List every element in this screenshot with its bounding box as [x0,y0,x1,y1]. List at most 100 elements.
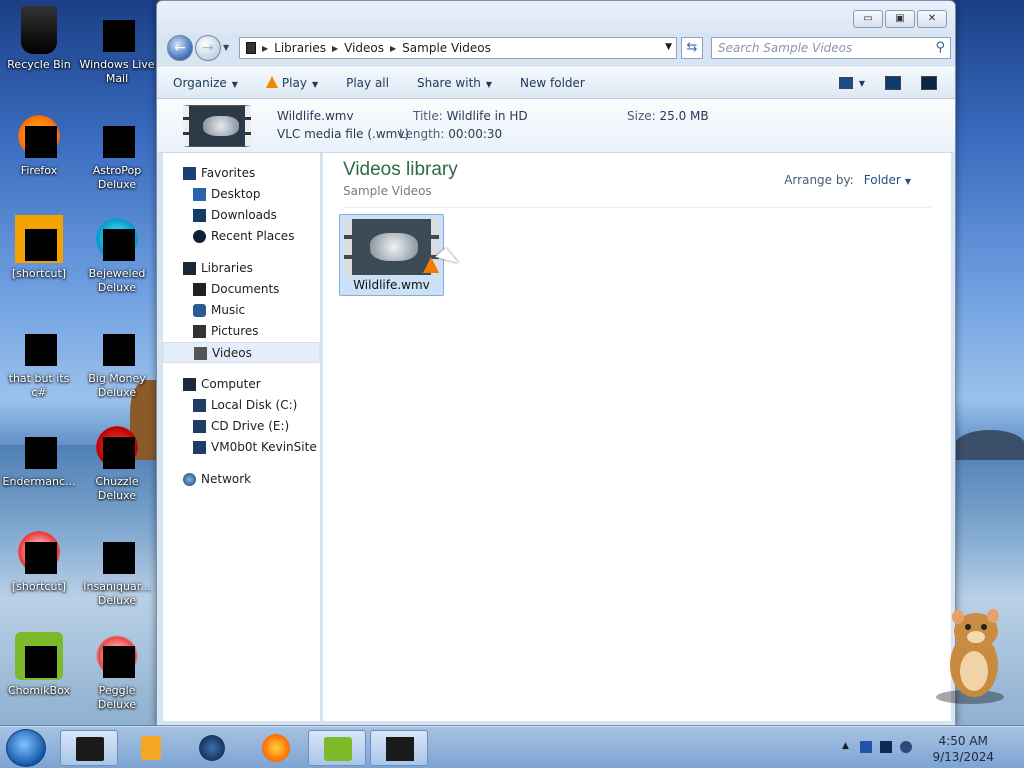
change-view-icon[interactable] [838,77,853,89]
minimize-button[interactable]: ▭ [853,10,883,28]
nav-recent-places[interactable]: Recent Places [163,226,320,247]
nav-label: Pictures [211,324,259,338]
network-icon [183,473,196,486]
address-row: ← → ▼ ▶ Libraries ▶ Videos ▶ Sample Vide… [163,35,951,61]
nav-desktop[interactable]: Desktop [163,184,320,205]
taskbar-item-media-player[interactable] [122,730,180,766]
refresh-button[interactable]: ⇆ [681,37,703,59]
chevron-down-icon[interactable]: ▼ [859,79,865,88]
nav-network-drive[interactable]: VM0b0t KevinSite [163,437,320,458]
nav-documents[interactable]: Documents [163,279,320,300]
desktop-icon-chuzzle[interactable]: Chuzzle Deluxe [78,423,156,503]
chomikbox-icon [15,632,63,680]
desktop-icon-label: [shortcut] [11,580,67,593]
search-input[interactable]: Search Sample Videos ⚲ [711,37,951,59]
nav-local-disk[interactable]: Local Disk (C:) [163,395,320,416]
desktop-icon-recycle-bin[interactable]: Recycle Bin [0,6,78,72]
file-list-pane[interactable]: Videos library Sample Videos Arrange by:… [323,153,951,721]
media-player-icon [141,736,161,760]
close-button[interactable]: ✕ [917,10,947,28]
nav-label: Videos [212,346,252,360]
nav-cd-drive[interactable]: CD Drive (E:) [163,416,320,437]
breadcrumb-sample-videos[interactable]: Sample Videos [402,41,491,55]
breadcrumb-videos[interactable]: Videos [344,41,384,55]
taskbar-item-firefox[interactable] [246,730,304,766]
start-button[interactable] [6,729,46,767]
nav-music[interactable]: Music [163,300,320,321]
action-center-icon[interactable] [860,741,872,753]
explorer-window: ▭ ▣ ✕ ← → ▼ ▶ Libraries ▶ Videos ▶ Sampl… [156,0,956,726]
breadcrumb-separator-icon[interactable]: ▶ [390,44,396,53]
nav-network[interactable]: Network [163,469,320,490]
library-subtitle[interactable]: Sample Videos [343,184,432,198]
arrange-by: Arrange by: Folder ▼ [784,173,911,187]
nav-libraries[interactable]: Libraries [163,258,320,279]
nav-label: Computer [201,377,261,391]
breadcrumb-separator-icon[interactable]: ▶ [332,44,338,53]
videos-icon [194,347,207,360]
breadcrumb-libraries[interactable]: Libraries [274,41,326,55]
money-bag-icon [93,320,141,368]
details-size-value: 25.0 MB [659,109,709,123]
desktop-icon-peggle[interactable]: Peggle Deluxe [78,632,156,712]
desktop-icon-firefox[interactable]: Firefox [0,112,78,178]
desktop-icon-label: AstroPop Deluxe [92,164,142,191]
help-icon[interactable] [921,76,937,90]
desktop-icon-big-money[interactable]: Big Money Deluxe [78,320,156,400]
nav-pictures[interactable]: Pictures [163,321,320,342]
new-folder-button[interactable]: New folder [520,76,585,90]
desktop-icon-insaniquarium[interactable]: Insaniquar... Deluxe [78,528,156,608]
nav-label: VM0b0t KevinSite [211,440,317,454]
nav-videos[interactable]: Videos [163,342,320,363]
desktop-icon-astropop[interactable]: AstroPop Deluxe [78,112,156,192]
nav-favorites[interactable]: Favorites [163,163,320,184]
desktop-icon-chomikbox[interactable]: ChomikBox [0,632,78,698]
address-dropdown-icon[interactable]: ▼ [665,42,672,52]
play-button[interactable]: Play ▼ [265,76,318,90]
documents-icon [193,283,206,296]
nav-computer[interactable]: Computer [163,374,320,395]
show-hidden-icons-icon[interactable]: ▲ [842,741,854,753]
network-status-icon[interactable] [880,741,892,753]
navigation-pane: Favorites Desktop Downloads Recent Place… [163,153,321,721]
folder-icon [246,42,256,54]
chevron-down-icon[interactable]: ▼ [905,177,911,186]
clock-time: 4:50 AM [938,734,988,748]
desktop-icon-that-but-its-csharp[interactable]: that but its c# [0,320,78,400]
back-button[interactable]: ← [167,35,193,61]
taskbar-item-globe[interactable] [184,730,242,766]
nav-downloads[interactable]: Downloads [163,205,320,226]
search-icon[interactable]: ⚲ [935,40,945,55]
taskbar-item-window[interactable] [370,730,428,766]
arrange-by-dropdown[interactable]: Folder [864,173,901,187]
desktop-icon-shortcut[interactable]: [shortcut] [0,528,78,594]
desktop-icon-label: that but its c# [8,372,70,399]
share-with-button[interactable]: Share with ▼ [417,76,492,90]
preview-pane-icon[interactable] [885,76,901,90]
volume-icon[interactable] [900,741,912,753]
title-bar[interactable]: ▭ ▣ ✕ [157,1,955,34]
wallpaper-rock [955,430,1024,460]
maximize-button[interactable]: ▣ [885,10,915,28]
desktop-icon-label: [shortcut] [11,267,67,280]
desktop-icon-bejeweled[interactable]: Bejeweled Deluxe [78,215,156,295]
forward-arrow-icon: → [202,40,214,56]
desktop-icon-windows-live-mail[interactable]: Windows Live Mail [78,6,156,86]
breadcrumb-separator-icon[interactable]: ▶ [262,44,268,53]
recent-pages-dropdown-icon[interactable]: ▼ [223,43,229,52]
organize-button[interactable]: Organize ▼ [173,76,238,90]
desktop-icon-endermanc[interactable]: Endermanc... [0,423,78,489]
network-drive-icon [193,441,206,454]
nav-label: Libraries [201,261,253,275]
hard-disk-icon [193,399,206,412]
forward-button[interactable]: → [195,35,221,61]
play-all-button[interactable]: Play all [346,76,389,90]
taskbar-item-chomikbox[interactable] [308,730,366,766]
file-item[interactable]: Wildlife.wmv [339,214,444,296]
address-bar[interactable]: ▶ Libraries ▶ Videos ▶ Sample Videos ▼ [239,37,677,59]
nav-label: Downloads [211,208,277,222]
clock[interactable]: 4:50 AM 9/13/2024 [932,733,994,765]
details-title-value[interactable]: Wildlife in HD [447,109,528,123]
taskbar-item-explorer[interactable] [60,730,118,766]
desktop-icon-shortcut[interactable]: [shortcut] [0,215,78,281]
